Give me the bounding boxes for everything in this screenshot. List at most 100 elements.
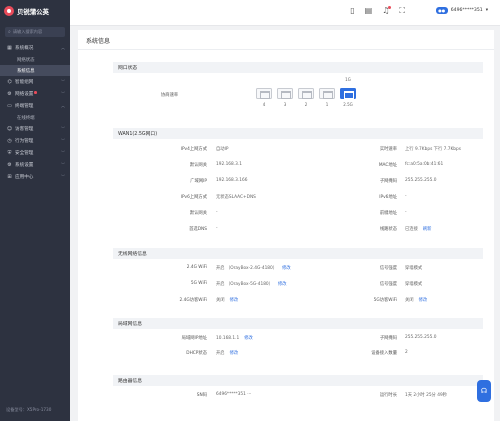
phone-icon[interactable]: ▯ bbox=[350, 6, 354, 16]
sidebar-item-label: 系统概况 bbox=[15, 46, 34, 51]
apps-icon: ⊞ bbox=[7, 174, 12, 180]
info-value: 1天 2小时 25分 49秒 bbox=[405, 392, 447, 398]
gear-icon: ⚙ bbox=[7, 162, 12, 168]
chevron-down-icon: ▾ bbox=[485, 8, 488, 13]
shield-icon: ⛨ bbox=[7, 150, 12, 156]
info-value: 255.255.255.0 bbox=[405, 178, 436, 183]
wan-section: WAN1(2.5G网口) IPv4上网方式 自动IP 实时速率 上行 9.7Kbps … bbox=[113, 128, 483, 234]
info-value-text: 192.168.3.166 bbox=[216, 178, 248, 183]
info-row: SN码 6496*****351 ··· 运行时长 1天 2小时 25分 49秒 bbox=[113, 392, 483, 402]
guest-icon: ☺ bbox=[6, 126, 13, 132]
info-value-text: 1天 2小时 25分 49秒 bbox=[405, 393, 447, 398]
info-value-text: 开启 （OrayBox-5G-4180） bbox=[216, 282, 273, 287]
port-number: 2 bbox=[304, 102, 308, 107]
info-value: 开启 修改 bbox=[216, 350, 238, 356]
search-placeholder: 请输入搜索内容 bbox=[12, 29, 43, 34]
info-label: MAC地址 bbox=[378, 163, 397, 168]
sidebar-item-label: 智能组网 bbox=[15, 80, 34, 85]
clipboard-icon[interactable]: ▤ bbox=[365, 6, 373, 16]
info-value-text: 自动IP bbox=[216, 147, 229, 152]
sidebar-item[interactable]: ⚙ 系统设置 ﹀ bbox=[0, 159, 70, 171]
chevron-down-icon: ﹀ bbox=[61, 79, 65, 84]
sidebar-item[interactable]: ⚙ 网络设置 ﹀ bbox=[0, 88, 70, 100]
logo-icon bbox=[4, 6, 14, 16]
info-label: 2.4G访客WiFi bbox=[179, 298, 207, 303]
avatar-icon: ●● bbox=[435, 7, 448, 14]
wan-rows: IPv4上网方式 自动IP 实时速率 上行 9.7Kbps 下行 7.7Kbps 默认网… bbox=[113, 139, 483, 234]
info-label: IPv6地址 bbox=[379, 195, 397, 200]
edit-link[interactable]: 修改 bbox=[282, 266, 291, 271]
behavior-icon: ◷ bbox=[7, 138, 12, 144]
chevron-up-icon: ︿ bbox=[61, 45, 65, 50]
info-label: 默认网关 bbox=[189, 163, 207, 168]
info-value: 穿墙模式 bbox=[405, 281, 422, 287]
edit-link[interactable]: 修改 bbox=[278, 282, 287, 287]
info-label: 广域网IP bbox=[190, 179, 207, 184]
info-label: 子网掩码 bbox=[379, 179, 397, 184]
sidebar-subitem[interactable]: 在线终端 bbox=[0, 112, 70, 123]
sidebar-item[interactable]: ▦ 系统概况 ︿ bbox=[0, 42, 70, 54]
edit-link[interactable]: 修改 bbox=[230, 351, 239, 356]
sidebar-item-label: 行为管理 bbox=[15, 139, 34, 144]
info-label: 子网掩码 bbox=[379, 336, 397, 341]
info-value: 192.168.3.1 bbox=[216, 162, 242, 167]
info-value-text: 255.255.255.0 bbox=[405, 178, 437, 183]
ethernet-port-icon bbox=[277, 88, 293, 99]
info-value: 10.168.1.1 修改 bbox=[216, 335, 253, 341]
info-value-text: 6496*****351 ··· bbox=[216, 392, 252, 397]
sidebar-subitem[interactable]: 网络状态 bbox=[0, 54, 70, 65]
info-value-text: - bbox=[405, 194, 407, 199]
port-number: 4 bbox=[262, 102, 266, 107]
top-icons: ▯ ▤ ♫ ⛶ bbox=[350, 6, 405, 16]
sidebar-item-label: 网络设置 bbox=[15, 92, 34, 97]
action-link[interactable]: 修改 bbox=[419, 298, 428, 303]
sidebar-item[interactable]: ⊞ 应用中心 ﹀ bbox=[0, 171, 70, 183]
edit-link[interactable]: 修改 bbox=[230, 298, 239, 303]
fullscreen-icon[interactable]: ⛶ bbox=[399, 6, 405, 16]
sidebar-item[interactable]: ⛨ 安全管理 ﹀ bbox=[0, 147, 70, 159]
info-row: 5G WiFi 开启 （OrayBox-5G-4180） 修改 信号强度 穿墙模式 bbox=[113, 281, 483, 291]
logo[interactable]: 贝锐蒲公英 bbox=[4, 6, 49, 16]
notification-dot bbox=[34, 91, 37, 94]
info-label: 局域网IP地址 bbox=[181, 336, 207, 341]
ports-section-title: 网口状态 bbox=[113, 62, 483, 73]
info-label: 信号强度 bbox=[379, 282, 397, 287]
bell-icon[interactable]: ♫ bbox=[382, 6, 392, 16]
info-label: 2.4G WiFi bbox=[186, 265, 207, 270]
sidebar-subitem[interactable]: 系统信息 bbox=[0, 65, 70, 76]
info-value-text: - bbox=[216, 226, 218, 231]
info-row: DHCP状态 开启 修改 设备接入数量 2 bbox=[113, 350, 483, 360]
sidebar-item-label: 访客管理 bbox=[15, 127, 34, 132]
info-value-text: 穿墙模式 bbox=[405, 266, 423, 271]
ports-area: 协商速率 4 3 2 1 2.5G 1G bbox=[113, 73, 483, 113]
edit-link[interactable]: 修改 bbox=[244, 336, 253, 341]
sidebar-item[interactable]: ☺ 访客管理 ﹀ bbox=[0, 123, 70, 135]
info-label: 实时速率 bbox=[379, 147, 397, 152]
info-value: 上行 9.7Kbps 下行 7.7Kbps bbox=[405, 146, 461, 152]
info-label: 前缀地址 bbox=[379, 211, 397, 216]
info-value-text: - bbox=[216, 210, 218, 215]
info-value: fc:a0:5a:0b:41:61 bbox=[405, 162, 443, 167]
user-id: 6496*****351 bbox=[450, 8, 483, 13]
sidebar-search-input[interactable]: ⌕ 请输入搜索内容 bbox=[5, 27, 65, 37]
info-value-text: 开启 bbox=[216, 351, 225, 356]
support-button[interactable]: ☊ bbox=[477, 380, 491, 402]
chevron-down-icon: ﹀ bbox=[61, 162, 65, 167]
info-value: 自动IP bbox=[216, 146, 228, 152]
user-menu[interactable]: ●● 6496*****351 ▾ bbox=[435, 7, 488, 14]
info-label: SN码 bbox=[196, 393, 207, 398]
sidebar-item[interactable]: ⌬ 智能组网 ﹀ bbox=[0, 76, 70, 88]
action-link[interactable]: 刷新 bbox=[423, 227, 432, 232]
info-value-text: - bbox=[405, 210, 407, 215]
info-value: - bbox=[216, 226, 218, 231]
sidebar: 贝锐蒲公英 ⌕ 请输入搜索内容 ▦ 系统概况 ︿ 网络状态 系统信息 ⌬ 智能组网 ﹀ ⚙ 网络设… bbox=[0, 0, 70, 421]
sidebar-menu: ▦ 系统概况 ︿ 网络状态 系统信息 ⌬ 智能组网 ﹀ ⚙ 网络设置 ﹀ ▭ 终端管理 ︿ 在线终端 ☺ 访客管… bbox=[0, 42, 70, 183]
wireless-section-title: 无线网络信息 bbox=[113, 248, 483, 259]
sidebar-item[interactable]: ▭ 终端管理 ︿ bbox=[0, 100, 70, 112]
sidebar-item[interactable]: ◷ 行为管理 ﹀ bbox=[0, 135, 70, 147]
settings-icon: ⚙ bbox=[7, 91, 12, 97]
info-value: 穿墙模式 bbox=[405, 265, 422, 271]
lan-section-title: 局域网信息 bbox=[113, 318, 483, 329]
device-model: 设备型号：X5Pro-1730 bbox=[6, 407, 52, 412]
info-value: 已连接 刷新 bbox=[405, 226, 431, 232]
